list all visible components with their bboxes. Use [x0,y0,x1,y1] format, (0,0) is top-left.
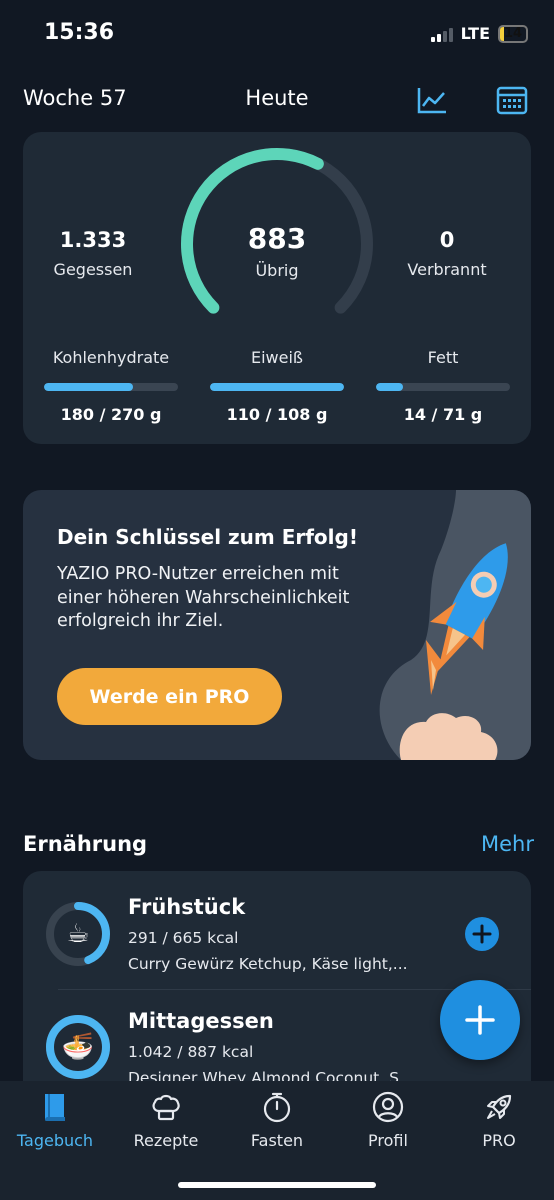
macro-value: 14 / 71 g [403,405,483,424]
nav-label: Tagebuch [16,1131,94,1150]
nav-label: PRO [482,1131,516,1150]
coffee-cup-icon: ☕ [66,919,90,949]
macro-value: 180 / 270 g [60,405,162,424]
promo-title: Dein Schlüssel zum Erfolg! [57,525,358,549]
macro-bar [376,383,510,391]
macro-fat: Fett 14 / 71 g [376,348,510,424]
macro-protein: Eiweiß 110 / 108 g [210,348,344,424]
diary-book-icon [39,1091,71,1123]
pro-promo-card[interactable]: Dein Schlüssel zum Erfolg! YAZIO PRO-Nut… [23,490,531,760]
home-indicator [178,1182,376,1188]
chef-hat-icon [150,1091,182,1123]
remaining-label: Übrig [255,261,299,280]
status-time: 15:36 [44,20,115,45]
plus-icon [465,1005,495,1035]
macro-name: Kohlenhydrate [52,348,170,367]
meal-name: Mittagessen [128,1009,274,1033]
line-chart-icon[interactable] [416,84,448,116]
eaten-label: Gegessen [53,260,133,279]
burned-label: Verbrannt [407,260,487,279]
nav-label: Rezepte [133,1131,199,1150]
nav-label: Profil [368,1131,408,1150]
plus-icon [472,924,492,944]
remaining-stat: 883 Übrig [207,222,347,280]
eaten-stat: 1.333 Gegessen [23,228,163,279]
calorie-summary-card[interactable]: 1.333 Gegessen 883 Übrig 0 Verbrannt Koh… [23,132,531,444]
macro-bar [210,383,344,391]
macro-bar-fill [44,383,134,391]
nav-label: Fasten [250,1131,304,1150]
signal-icon [430,26,453,42]
nutrition-section-title: Ernährung [23,832,148,856]
network-type: LTE [460,24,490,43]
macro-bar-fill [210,383,344,391]
macro-bar-fill [376,383,403,391]
rocket-illustration [379,490,531,760]
noodle-bowl-icon: 🍜 [61,1032,95,1062]
macro-value: 110 / 108 g [226,405,328,424]
macro-bar [44,383,178,391]
nav-item-diary[interactable]: Tagebuch [0,1081,110,1161]
macro-carbs: Kohlenhydrate 180 / 270 g [44,348,178,424]
rocket-icon [483,1091,515,1123]
calendar-icon[interactable] [496,84,528,116]
remaining-value: 883 [247,222,307,255]
promo-text: YAZIO PRO-Nutzer erreichen mit einer höh… [57,564,350,631]
battery-icon: 14 [498,24,528,43]
stopwatch-icon [261,1091,293,1123]
battery-level: 14 [503,26,523,41]
become-pro-button[interactable]: Werde ein PRO [57,668,282,725]
burned-value: 0 [439,228,455,252]
nav-item-recipes[interactable]: Rezepte [111,1081,221,1161]
meal-row-breakfast[interactable]: ☕ Frühstück 291 / 665 kcal Curry Gewürz … [23,871,531,981]
add-breakfast-button[interactable] [465,917,499,951]
diary-screen: 15:36 LTE 14 Woche 57 Heute 1.333 Gegess… [0,0,554,1200]
add-food-fab[interactable] [440,980,520,1060]
eaten-value: 1.333 [59,228,127,252]
page-title[interactable]: Heute [0,86,554,110]
macro-name: Eiweiß [250,348,303,367]
nav-item-pro[interactable]: PRO [444,1081,554,1161]
meal-kcal: 1.042 / 887 kcal [128,1043,254,1061]
status-indicators: LTE 14 [430,24,528,43]
nav-item-profile[interactable]: Profil [333,1081,443,1161]
burned-stat: 0 Verbrannt [377,228,517,279]
profile-person-icon [372,1091,404,1123]
nutrition-more-link[interactable]: Mehr [481,832,534,856]
meal-items: Curry Gewürz Ketchup, Käse light,... [128,955,408,973]
meal-kcal: 291 / 665 kcal [128,929,239,947]
nav-item-fasting[interactable]: Fasten [222,1081,332,1161]
macro-name: Fett [427,348,459,367]
meal-name: Frühstück [128,895,246,919]
